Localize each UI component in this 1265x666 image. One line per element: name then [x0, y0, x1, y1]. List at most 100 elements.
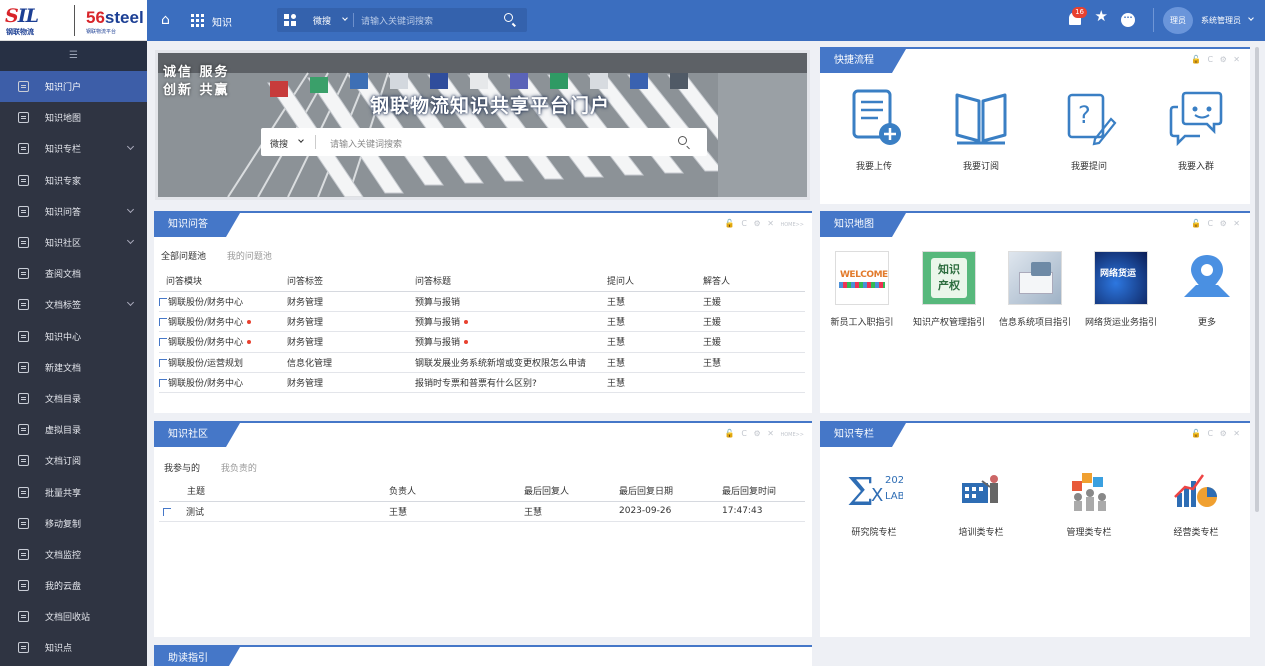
top-search-input[interactable]: 请输入关键词搜索 — [361, 14, 433, 27]
business-chart-icon[interactable] — [1167, 467, 1225, 513]
search-icon[interactable] — [504, 13, 513, 22]
team-blocks-icon[interactable] — [1060, 467, 1118, 513]
star-icon[interactable]: ★ — [1095, 9, 1108, 24]
title-cell[interactable]: 预算与报销 — [415, 311, 607, 333]
module-cell[interactable]: 钢联股份/运营规划 — [159, 352, 287, 374]
column-item-training[interactable]: 培训类专栏 — [927, 467, 1035, 538]
map-pin-icon[interactable] — [1178, 251, 1236, 305]
title-text[interactable]: 钢联发展业务系统新增或变更权限怎么申请 — [415, 359, 586, 369]
column-item-management[interactable]: 管理类专栏 — [1035, 467, 1143, 538]
panel-tools[interactable]: 🔓 C ⚙ ✕ HOME>> — [725, 219, 804, 228]
sidebar-item[interactable]: 知识点 — [0, 632, 147, 663]
quick-flow-label[interactable]: 我要入群 — [1142, 159, 1250, 172]
sidebar-item[interactable]: 知识专栏 — [0, 133, 147, 164]
map-item-label[interactable]: 信息系统项目指引 — [992, 315, 1078, 328]
tab-responsible[interactable]: 我负责的 — [221, 464, 257, 474]
module-text[interactable]: 钢联股份/财务中心 — [168, 338, 243, 348]
banner-search-type-select[interactable]: 微搜 — [270, 137, 288, 150]
chevron-down-icon[interactable] — [342, 15, 348, 21]
row-link-icon[interactable] — [159, 379, 167, 388]
table-row[interactable]: 钢联股份/财务中心 财务管理 预算与报销 王慧 王媛 — [159, 331, 805, 353]
tab-participated[interactable]: 我参与的 — [164, 464, 200, 474]
sidebar-item[interactable]: 知识门户 — [0, 71, 147, 103]
map-item-label[interactable]: 网络货运业务指引 — [1078, 315, 1164, 328]
question-edit-icon[interactable]: ? — [1061, 89, 1117, 147]
sidebar-item[interactable]: 文档标签 — [0, 289, 147, 320]
row-link-icon[interactable] — [159, 297, 167, 306]
module-cell[interactable]: 钢联股份/财务中心 — [159, 372, 287, 394]
avatar[interactable]: 理员 — [1163, 7, 1193, 34]
upload-doc-icon[interactable] — [846, 89, 902, 147]
column-item-label[interactable]: 管理类专栏 — [1035, 525, 1143, 538]
sidebar-item[interactable]: 移动复制 — [0, 508, 147, 539]
sidebar-item[interactable]: 文档回收站 — [0, 601, 147, 632]
module-cell[interactable]: 钢联股份/财务中心 — [159, 291, 287, 312]
ip-thumbnail[interactable]: 知识 产权 — [922, 251, 976, 305]
menu-collapse-icon[interactable]: ☰ — [0, 41, 147, 71]
sigma-lab-icon[interactable]: Σ X 2022 LAB — [845, 467, 910, 514]
panel-tools[interactable]: 🔓 C ⚙ ✕ — [1191, 55, 1242, 64]
quick-flow-label[interactable]: 我要上传 — [820, 159, 928, 172]
sidebar-item[interactable]: 虚拟目录 — [0, 414, 147, 445]
chevron-down-icon[interactable] — [126, 299, 135, 307]
training-icon[interactable] — [952, 467, 1010, 513]
map-item-label[interactable]: 知识产权管理指引 — [906, 315, 992, 328]
panel-tools[interactable]: 🔓 C ⚙ ✕ — [1191, 429, 1242, 438]
chevron-down-icon[interactable] — [298, 137, 304, 143]
title-text[interactable]: 报销时专票和普票有什么区别? — [415, 379, 537, 389]
table-row[interactable]: 测试 王慧 王慧 2023-09-26 17:47:43 — [159, 501, 805, 522]
quick-upload[interactable]: 我要上传 — [820, 89, 928, 172]
table-row[interactable]: 钢联股份/财务中心 财务管理 预算与报销 王慧 王媛 — [159, 311, 805, 333]
module-text[interactable]: 钢联股份/财务中心 — [168, 318, 243, 328]
sidebar-item[interactable]: 知识专家 — [0, 165, 147, 196]
column-item-label[interactable]: 培训类专栏 — [927, 525, 1035, 538]
tab-all-questions[interactable]: 全部问题池 — [161, 252, 206, 262]
open-book-icon[interactable] — [953, 89, 1009, 147]
sidebar-item[interactable]: 新建文档 — [0, 352, 147, 383]
panel-tools[interactable]: 🔓 C ⚙ ✕ HOME>> — [725, 429, 804, 438]
title-text[interactable]: 预算与报销 — [415, 298, 460, 308]
sidebar-item[interactable]: 批量共享 — [0, 476, 147, 507]
chat-group-icon[interactable] — [1168, 89, 1224, 147]
title-cell[interactable]: 报销时专票和普票有什么区别? — [415, 372, 607, 394]
home-icon[interactable]: ⌂ — [161, 13, 170, 27]
row-link-icon[interactable] — [159, 318, 167, 327]
column-item-label[interactable]: 经营类专栏 — [1142, 525, 1250, 538]
quick-subscribe[interactable]: 我要订阅 — [927, 89, 1035, 172]
page-scrollbar[interactable] — [1255, 47, 1259, 512]
apps-grid-icon[interactable] — [191, 14, 204, 27]
module-text[interactable]: 钢联股份/运营规划 — [168, 359, 243, 369]
quick-join-group[interactable]: 我要入群 — [1142, 89, 1250, 172]
row-link-icon[interactable] — [163, 507, 171, 516]
title-cell[interactable]: 预算与报销 — [415, 331, 607, 353]
quick-ask[interactable]: ? 我要提问 — [1035, 89, 1143, 172]
title-cell[interactable]: 钢联发展业务系统新增或变更权限怎么申请 — [415, 352, 607, 374]
module-text[interactable]: 钢联股份/财务中心 — [168, 298, 243, 308]
map-item-more[interactable]: 更多 — [1164, 251, 1250, 328]
title-text[interactable]: 预算与报销 — [415, 318, 460, 328]
banner-search-input[interactable]: 请输入关键词搜索 — [330, 137, 402, 150]
module-cell[interactable]: 钢联股份/财务中心 — [159, 311, 287, 333]
search-icon[interactable] — [678, 136, 687, 145]
it-project-thumbnail[interactable] — [1008, 251, 1062, 305]
module-text[interactable]: 钢联股份/财务中心 — [168, 379, 243, 389]
top-search-type-select[interactable]: 微搜 — [313, 14, 331, 27]
welcome-thumbnail[interactable]: WELCOME — [835, 251, 889, 305]
table-row[interactable]: 钢联股份/运营规划 信息化管理 钢联发展业务系统新增或变更权限怎么申请 王慧 王慧 — [159, 352, 805, 374]
column-item-label[interactable]: 研究院专栏 — [820, 525, 928, 538]
sidebar-item[interactable]: 文档监控 — [0, 539, 147, 570]
table-row[interactable]: 钢联股份/财务中心 财务管理 预算与报销 王慧 王媛 — [159, 291, 805, 312]
sidebar-item[interactable]: 知识中心 — [0, 321, 147, 352]
sidebar-item[interactable]: 文档订阅 — [0, 445, 147, 476]
quick-flow-label[interactable]: 我要提问 — [1035, 159, 1143, 172]
sidebar-item[interactable]: 知识社区 — [0, 227, 147, 258]
panel-tools[interactable]: 🔓 C ⚙ ✕ — [1191, 219, 1242, 228]
chevron-down-icon[interactable] — [126, 143, 135, 151]
topic-cell[interactable]: 测试 — [159, 501, 389, 522]
chevron-down-icon[interactable] — [126, 236, 135, 244]
search-scope-icon[interactable] — [284, 14, 296, 26]
map-item-label[interactable]: 新员工入职指引 — [819, 315, 905, 328]
module-cell[interactable]: 钢联股份/财务中心 — [159, 331, 287, 353]
sidebar-item[interactable]: 文档目录 — [0, 383, 147, 414]
sidebar-item[interactable]: 查阅文档 — [0, 258, 147, 289]
